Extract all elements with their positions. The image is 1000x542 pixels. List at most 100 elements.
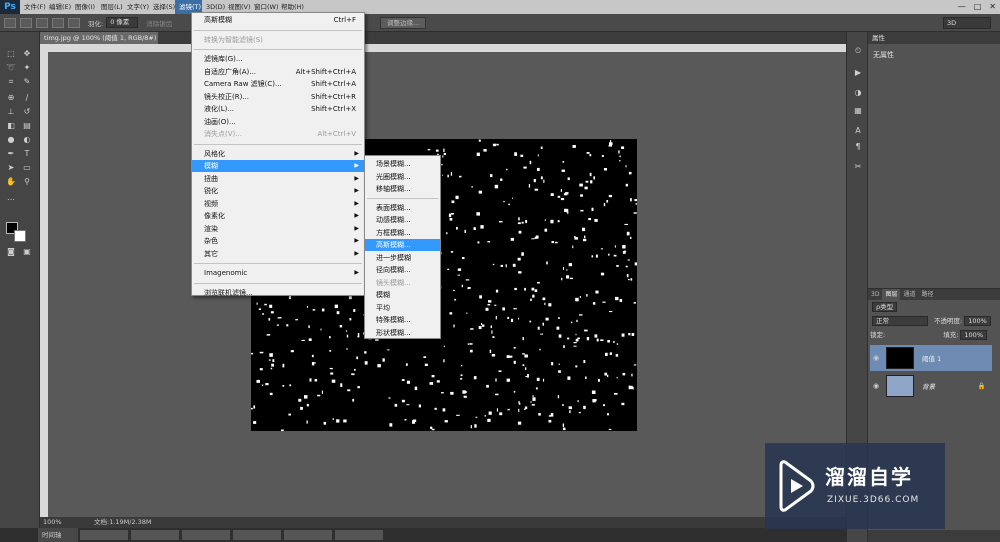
blur-menu-item[interactable]: 移轴模糊... (365, 183, 440, 195)
gradient-icon[interactable]: ▤ (20, 120, 34, 131)
path-select-icon[interactable]: ➤ (4, 162, 18, 173)
doc-size[interactable]: 文档:1.19M/2.38M (94, 517, 152, 528)
tab-layers[interactable]: 图层 (882, 289, 901, 300)
taskbar-thumb[interactable] (335, 530, 383, 540)
filter-menu-item[interactable]: 液化(L)... Shift+Ctrl+X (192, 103, 364, 115)
magic-wand-icon[interactable]: ✦ (20, 62, 34, 73)
blur-menu-item[interactable]: 镜头模糊... (365, 277, 440, 289)
document-tab[interactable]: timg.jpg @ 100% (阈值 1, RGB/8#) * (40, 32, 162, 44)
blur-menu-item[interactable]: 方框模糊... (365, 227, 440, 239)
maximize-button[interactable]: □ (974, 2, 982, 11)
tab-channels[interactable]: 通道 (900, 289, 918, 300)
filter-menu-item[interactable]: 自适应广角(A)... Alt+Shift+Ctrl+A (192, 66, 364, 78)
dodge-icon[interactable]: ◐ (20, 134, 34, 145)
filter-menu-item[interactable]: 风格化 ▶ (192, 148, 364, 160)
zoom-level[interactable]: 100% (40, 517, 66, 528)
brush-icon[interactable]: ∕ (20, 92, 34, 103)
menu-2[interactable]: 图像(I) (71, 0, 97, 14)
pen-icon[interactable]: ✒ (4, 148, 18, 159)
marquee-preset-button[interactable] (4, 17, 16, 28)
move-icon[interactable]: ✥ (20, 48, 34, 59)
blur-menu-item[interactable]: 进一步模糊 (365, 252, 440, 264)
shape-icon[interactable]: ▭ (20, 162, 34, 173)
intersect-selection-button[interactable] (68, 17, 80, 28)
tools-preset-icon[interactable]: ✂ (852, 162, 864, 172)
filter-menu-item[interactable]: 扭曲 ▶ (192, 173, 364, 185)
stamp-icon[interactable]: ⊥ (4, 106, 18, 117)
opacity-input[interactable]: 100% (964, 316, 991, 326)
filter-menu-item[interactable]: Imagenomic ▶ (192, 267, 364, 279)
filter-menu-item[interactable]: 镜头校正(R)... Shift+Ctrl+R (192, 91, 364, 103)
crop-icon[interactable]: ⌗ (4, 76, 18, 87)
healing-icon[interactable]: ⊕ (4, 92, 18, 103)
filter-menu-item[interactable]: Camera Raw 滤镜(C)... Shift+Ctrl+A (192, 78, 364, 90)
filter-menu-item[interactable]: 高斯模糊 Ctrl+F (192, 14, 364, 26)
menu-3[interactable]: 图层(L) (97, 0, 123, 14)
filter-menu-item[interactable]: 像素化 ▶ (192, 210, 364, 222)
character-icon[interactable]: A (852, 126, 864, 136)
menu-1[interactable]: 编辑(E) (45, 0, 71, 14)
background-color-swatch[interactable] (14, 230, 26, 242)
blur-menu-item[interactable]: 径向模糊... (365, 264, 440, 276)
eraser-icon[interactable]: ◧ (4, 120, 18, 131)
subtract-selection-button[interactable] (52, 17, 64, 28)
add-selection-button[interactable] (36, 17, 48, 28)
tab-3d[interactable]: 3D (868, 289, 882, 300)
blur-menu-item[interactable]: 动感模糊... (365, 214, 440, 226)
new-selection-button[interactable] (20, 17, 32, 28)
blend-mode-select[interactable]: 正常 (872, 316, 928, 326)
blur-menu-item[interactable]: 表面模糊... (365, 202, 440, 214)
layer-threshold[interactable]: ◉ 阈值 1 (870, 345, 992, 371)
eye-icon[interactable]: ◉ (870, 382, 882, 390)
type-icon[interactable]: T (20, 148, 34, 159)
close-button[interactable]: ✕ (989, 2, 996, 11)
properties-title[interactable]: 属性 (868, 32, 1000, 44)
filter-menu-item[interactable]: 模糊 ▶ (192, 160, 364, 172)
minimize-button[interactable]: — (958, 2, 966, 11)
taskbar-thumb[interactable] (284, 530, 332, 540)
blur-menu-item[interactable]: 高斯模糊... (365, 239, 440, 251)
menu-5[interactable]: 选择(S) (149, 0, 175, 14)
timeline-tab[interactable]: 时间轴 (38, 528, 78, 542)
blur-menu-item[interactable]: 场景模糊... (365, 158, 440, 170)
filter-menu-item[interactable]: 消失点(V)... Alt+Ctrl+V (192, 128, 364, 140)
blur-menu-item[interactable]: 形状模糊... (365, 327, 440, 339)
menu-4[interactable]: 文字(Y) (123, 0, 149, 14)
blur-menu-item[interactable]: 特殊模糊... (365, 314, 440, 326)
menu-0[interactable]: 文件(F) (20, 0, 46, 14)
layer-kind-select[interactable]: ρ类型 (872, 302, 898, 312)
adjust-icon[interactable]: ◑ (852, 88, 864, 98)
more-tools-icon[interactable]: … (4, 192, 18, 203)
zoom-icon[interactable]: ⚲ (20, 176, 34, 187)
filter-menu-item[interactable]: 视频 ▶ (192, 198, 364, 210)
blur-menu-item[interactable]: 光圈模糊... (365, 171, 440, 183)
taskbar-thumb[interactable] (131, 530, 179, 540)
taskbar-thumb[interactable] (182, 530, 230, 540)
blur-tool-icon[interactable]: ● (4, 134, 18, 145)
quick-mask-icon[interactable]: ◙ (4, 246, 18, 257)
filter-menu-item[interactable]: 转换为智能滤镜(S) (192, 34, 364, 46)
history-brush-icon[interactable]: ↺ (20, 106, 34, 117)
paragraph-icon[interactable]: ¶ (852, 142, 864, 152)
filter-menu-item[interactable]: 杂色 ▶ (192, 235, 364, 247)
filter-menu-item[interactable]: 渲染 ▶ (192, 223, 364, 235)
eye-icon[interactable]: ◉ (870, 354, 882, 362)
workspace-select[interactable]: 3D (943, 17, 991, 29)
taskbar-thumb[interactable] (233, 530, 281, 540)
history-icon[interactable]: ⏲ (852, 46, 864, 56)
blur-menu-item[interactable]: 平均 (365, 302, 440, 314)
hand-icon[interactable]: ✋ (4, 176, 18, 187)
eyedropper-icon[interactable]: ✎ (20, 76, 34, 87)
filter-menu-item[interactable]: 浏览联机滤镜... (192, 287, 364, 299)
taskbar-thumb[interactable] (80, 530, 128, 540)
filter-menu-item[interactable]: 滤镜库(G)... (192, 53, 364, 65)
antialias-checkbox[interactable]: 消除锯齿 (146, 18, 172, 28)
swatch-icon[interactable]: ▦ (852, 106, 864, 116)
screen-mode-icon[interactable]: ▣ (20, 246, 34, 257)
feather-input[interactable]: 0 像素 (106, 17, 139, 28)
filter-menu-item[interactable]: 其它 ▶ (192, 248, 364, 260)
blur-menu-item[interactable]: 模糊 (365, 289, 440, 301)
fill-input[interactable]: 100% (960, 330, 987, 340)
tab-paths[interactable]: 路径 (918, 289, 936, 300)
filter-menu-item[interactable]: 油画(O)... (192, 116, 364, 128)
